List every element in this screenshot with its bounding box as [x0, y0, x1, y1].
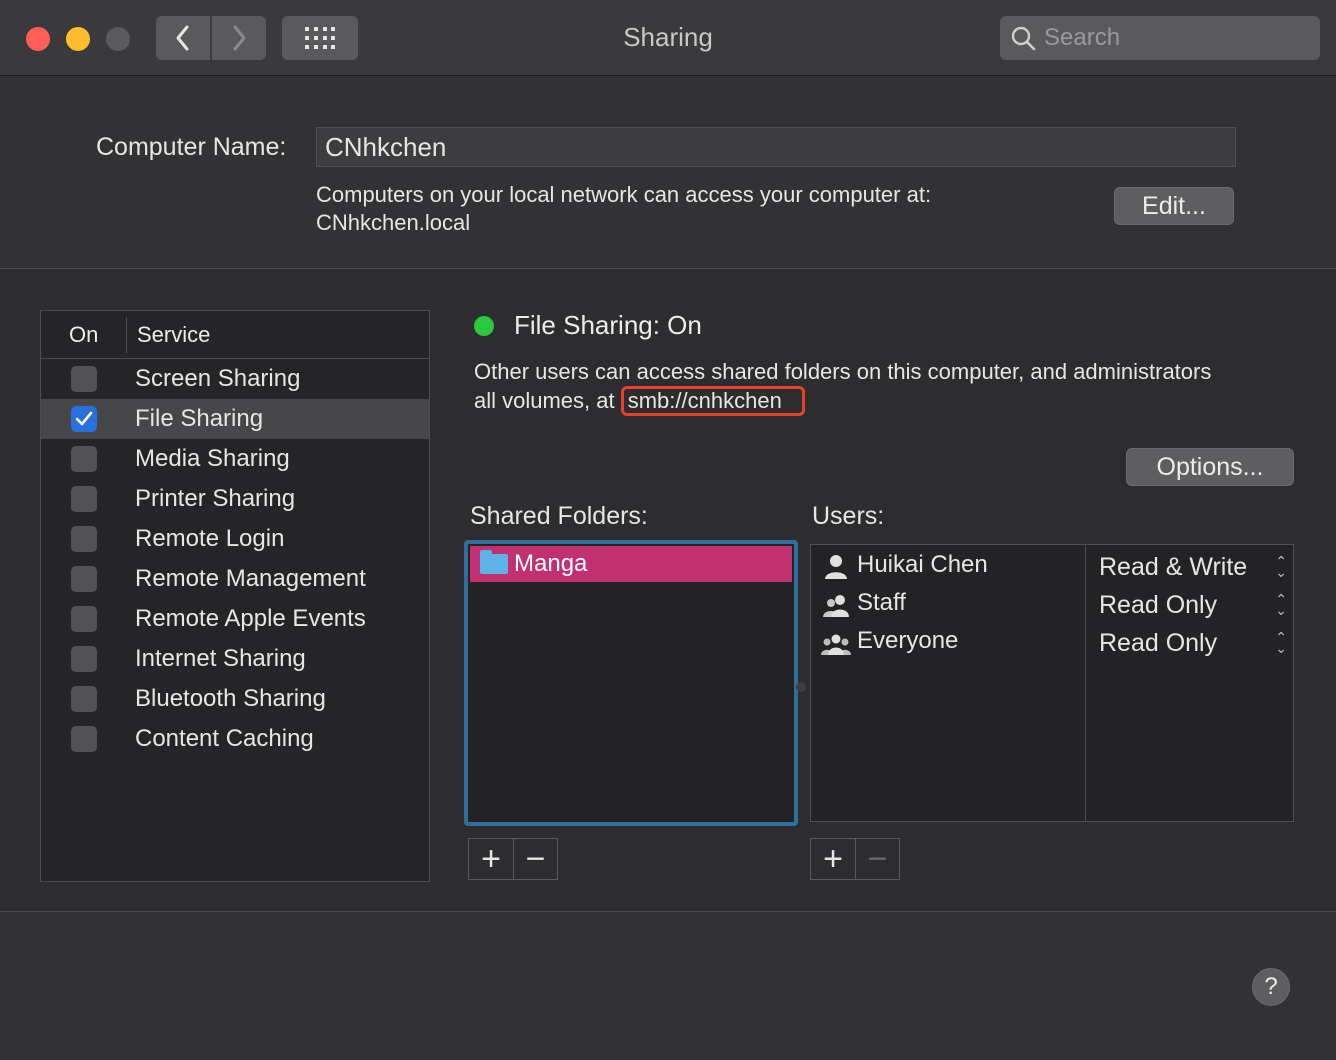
smb-address: smb://cnhkchen — [620, 386, 805, 416]
service-checkbox[interactable] — [71, 566, 97, 592]
shared-folders-list[interactable]: Manga — [464, 540, 798, 826]
split-view-handle[interactable] — [796, 682, 806, 692]
shared-folders-add-remove: + − — [468, 838, 558, 880]
status-address-line: all volumes, at smb://cnhkchen — [474, 386, 1294, 416]
status-title: File Sharing: On — [514, 310, 702, 340]
single-user-icon — [821, 551, 851, 579]
computer-name-label: Computer Name: — [96, 133, 287, 161]
edit-button[interactable]: Edit... — [1114, 187, 1234, 225]
search-input[interactable] — [1044, 24, 1304, 52]
user-name: Staff — [857, 589, 906, 616]
main-panel: On Service Screen Sharing File Sharing Med… — [0, 270, 1336, 912]
folder-icon — [480, 550, 508, 574]
service-checkbox[interactable] — [71, 406, 97, 432]
user-row[interactable]: Everyone — [821, 623, 958, 659]
everyone-icon — [821, 627, 851, 655]
service-row[interactable]: Remote Login — [41, 519, 429, 559]
status-description: Other users can access shared folders on… — [474, 358, 1294, 416]
stepper-arrows-icon: ⌃ ⌄ — [1275, 629, 1287, 656]
service-label: Media Sharing — [135, 445, 290, 472]
service-row[interactable]: Internet Sharing — [41, 639, 429, 679]
service-checkbox[interactable] — [71, 526, 97, 552]
shared-folder-row[interactable]: Manga — [470, 546, 792, 582]
service-checkbox[interactable] — [71, 606, 97, 632]
status-address-prefix: all volumes, at — [474, 388, 621, 413]
service-label: File Sharing — [135, 405, 264, 432]
service-label: Remote Management — [135, 565, 366, 592]
service-list-header: On Service — [41, 311, 429, 359]
permission-value: Read Only — [1099, 628, 1218, 657]
service-list: On Service Screen Sharing File Sharing Med… — [40, 310, 430, 882]
service-checkbox[interactable] — [71, 446, 97, 472]
user-name: Huikai Chen — [857, 551, 988, 578]
users-column-divider — [1085, 545, 1086, 821]
computer-name-section: Computer Name: Computers on your local n… — [0, 77, 1336, 269]
computer-address-description: Computers on your local network can acce… — [316, 181, 931, 237]
service-row[interactable]: Bluetooth Sharing — [41, 679, 429, 719]
service-checkbox[interactable] — [71, 686, 97, 712]
service-checkbox[interactable] — [71, 366, 97, 392]
service-checkbox[interactable] — [71, 646, 97, 672]
search-field[interactable] — [1000, 16, 1320, 60]
checkmark-icon — [75, 411, 93, 426]
column-header-service[interactable]: Service — [127, 322, 210, 348]
computer-address-text: Computers on your local network can acce… — [316, 182, 932, 207]
title-bar: Sharing — [0, 0, 1336, 76]
status-indicator — [474, 316, 494, 336]
service-row[interactable]: Media Sharing — [41, 439, 429, 479]
stepper-arrows-icon: ⌃ ⌄ — [1275, 591, 1287, 618]
service-label: Bluetooth Sharing — [135, 685, 326, 712]
service-checkbox[interactable] — [71, 726, 97, 752]
remove-user-button[interactable]: − — [855, 839, 899, 879]
user-row[interactable]: Staff — [821, 585, 906, 621]
group-icon — [821, 589, 851, 617]
permission-value: Read Only — [1099, 590, 1218, 619]
shared-folder-name: Manga — [514, 550, 588, 577]
service-row[interactable]: Printer Sharing — [41, 479, 429, 519]
service-row[interactable]: Content Caching — [41, 719, 429, 759]
service-row[interactable]: Remote Apple Events — [41, 599, 429, 639]
service-row[interactable]: Screen Sharing — [41, 359, 429, 399]
user-row[interactable]: Huikai Chen — [821, 547, 988, 583]
service-row[interactable]: File Sharing — [41, 399, 429, 439]
add-user-button[interactable]: + — [811, 839, 855, 879]
service-label: Printer Sharing — [135, 485, 296, 512]
service-label: Content Caching — [135, 725, 314, 752]
stepper-arrows-icon: ⌃ ⌄ — [1275, 553, 1287, 580]
users-list[interactable]: Huikai Chen Staff Everyone Read & Write … — [810, 544, 1294, 822]
permission-select[interactable]: Read Only ⌃ ⌄ — [1099, 625, 1287, 661]
user-name: Everyone — [857, 627, 959, 654]
permission-select[interactable]: Read Only ⌃ ⌄ — [1099, 587, 1287, 623]
add-folder-button[interactable]: + — [469, 839, 513, 879]
column-header-on[interactable]: On — [41, 316, 127, 353]
service-label: Remote Login — [135, 525, 285, 552]
help-button[interactable]: ? — [1252, 968, 1290, 1006]
remove-folder-button[interactable]: − — [513, 839, 557, 879]
permission-value: Read & Write — [1099, 552, 1248, 581]
computer-local-address: CNhkchen.local — [316, 210, 471, 235]
service-label: Internet Sharing — [135, 645, 306, 672]
status-description-line: Other users can access shared folders on… — [474, 359, 1212, 384]
service-label: Screen Sharing — [135, 365, 301, 392]
users-label: Users: — [812, 502, 885, 530]
service-row[interactable]: Remote Management — [41, 559, 429, 599]
users-add-remove: + − — [810, 838, 900, 880]
search-icon — [1011, 26, 1036, 51]
service-checkbox[interactable] — [71, 486, 97, 512]
service-label: Remote Apple Events — [135, 605, 366, 632]
computer-name-field[interactable] — [316, 127, 1236, 167]
shared-folders-label: Shared Folders: — [470, 502, 648, 530]
options-button[interactable]: Options... — [1126, 448, 1294, 486]
permission-select[interactable]: Read & Write ⌃ ⌄ — [1099, 549, 1287, 585]
